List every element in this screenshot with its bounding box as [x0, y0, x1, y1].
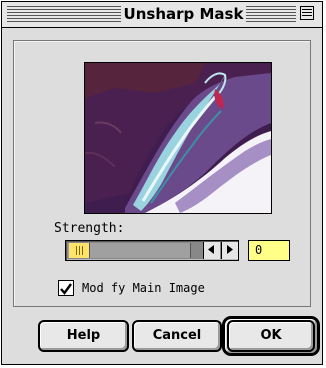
slider-increase-arrow-icon[interactable] — [221, 242, 238, 259]
title-bar-stripes-left — [7, 6, 121, 22]
title-bar[interactable]: Unsharp Mask — [2, 2, 322, 28]
modify-main-image-checkbox[interactable] — [58, 280, 74, 296]
preview-image[interactable] — [84, 62, 272, 214]
preview-image-graphic — [85, 63, 271, 213]
unsharp-mask-dialog: Unsharp Mask Strength: 0 Mod fy Main Ima… — [1, 1, 323, 365]
slider-thumb[interactable] — [69, 243, 90, 258]
collapse-box-icon[interactable] — [300, 6, 314, 20]
strength-label: Strength: — [54, 221, 125, 236]
help-button[interactable]: Help — [38, 320, 129, 352]
cancel-button[interactable]: Cancel — [132, 320, 222, 352]
title-bar-stripes-right — [246, 6, 296, 22]
modify-main-image-label[interactable]: Mod fy Main Image — [82, 279, 205, 297]
checkmark-icon — [60, 283, 72, 295]
ok-button[interactable]: OK — [227, 320, 315, 352]
dialog-title: Unsharp Mask — [122, 5, 245, 23]
strength-value-field[interactable]: 0 — [248, 240, 290, 261]
slider-decrease-arrow-icon[interactable] — [203, 242, 220, 259]
strength-slider[interactable] — [65, 240, 239, 261]
